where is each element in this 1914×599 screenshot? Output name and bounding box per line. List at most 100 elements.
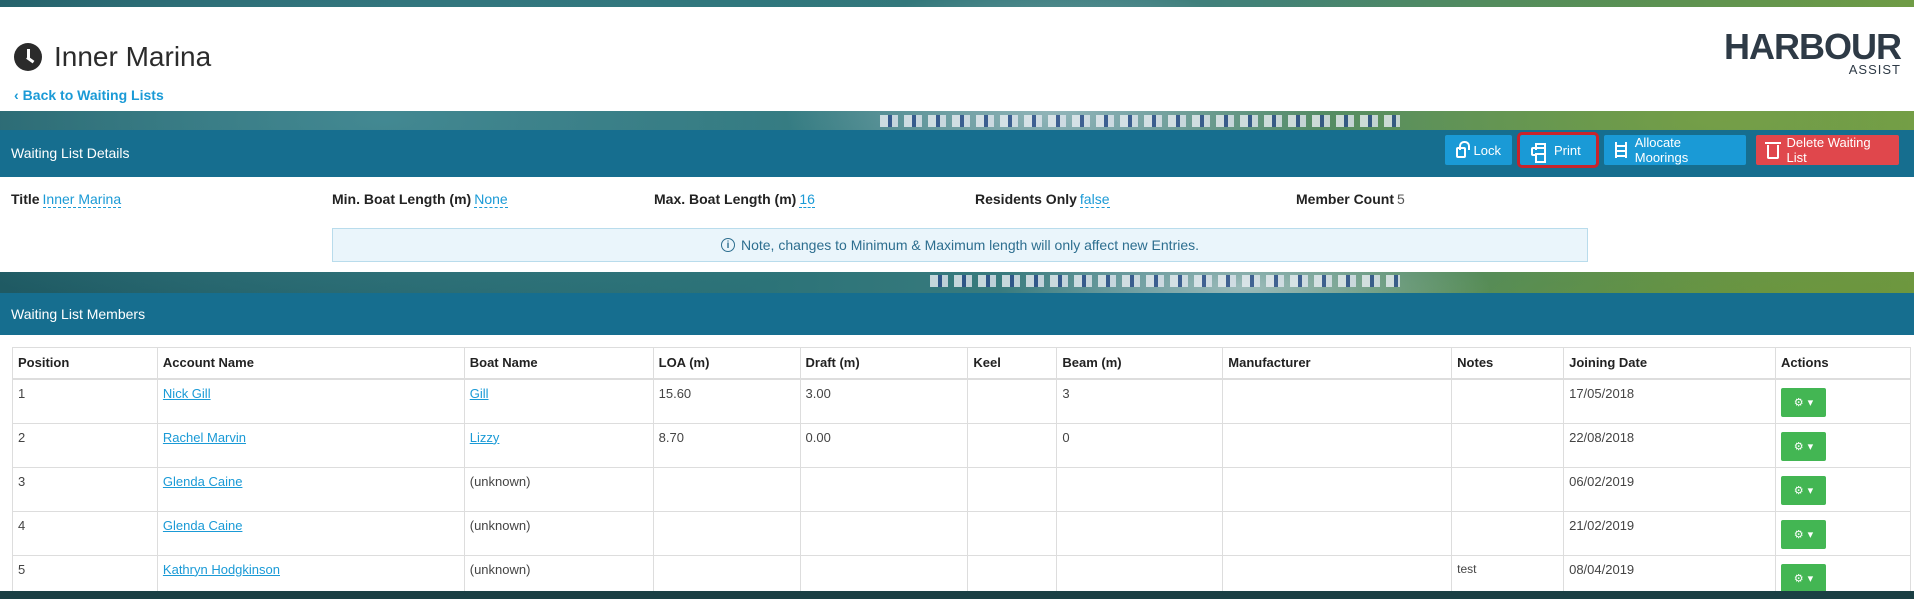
residents-only-field: Residents Only false	[975, 191, 1110, 208]
joining-date-cell: 06/02/2019	[1563, 466, 1776, 512]
position-cell: 4	[12, 510, 158, 556]
account-name-cell: Glenda Caine	[156, 466, 465, 512]
table-row: 3 Glenda Caine (unknown) 06/02/2019 ⚙ ▾	[12, 466, 1912, 512]
actions-cell: ⚙ ▾	[1774, 466, 1912, 512]
allocate-moorings-button[interactable]: Allocate Moorings	[1604, 135, 1746, 165]
caret-down-icon: ▾	[1807, 484, 1814, 497]
gear-icon: ⚙	[1793, 484, 1804, 497]
boat-name-cell: (unknown)	[463, 510, 654, 556]
harbour-assist-logo: HARBOUR ASSIST	[1724, 26, 1902, 77]
column-header: Draft (m)	[799, 347, 969, 380]
caret-down-icon: ▾	[1807, 440, 1814, 453]
position-cell: 1	[12, 378, 158, 424]
keel-cell	[967, 466, 1058, 512]
member-count-value: 5	[1397, 191, 1405, 207]
member-count-label: Member Count	[1296, 191, 1394, 207]
note-text: Note, changes to Minimum & Maximum lengt…	[740, 237, 1200, 253]
boat-name-cell-link[interactable]: Gill	[470, 386, 489, 401]
manufacturer-cell	[1222, 510, 1453, 556]
account-name-cell-link[interactable]: Glenda Caine	[163, 474, 243, 489]
title-field: Title Inner Marina	[11, 191, 122, 208]
joining-date-cell: 21/02/2019	[1563, 510, 1776, 556]
page-title-text: Inner Marina	[54, 41, 212, 72]
keel-cell	[967, 510, 1058, 556]
logo-main: HARBOUR	[1724, 26, 1902, 67]
print-button-label: Print	[1554, 142, 1581, 158]
title-label: Title	[11, 191, 40, 207]
account-name-cell: Rachel Marvin	[156, 422, 465, 468]
trash-icon	[1765, 141, 1781, 159]
account-name-cell: Glenda Caine	[156, 510, 465, 556]
panel-title: Waiting List Details	[11, 145, 130, 161]
delete-waiting-list-button[interactable]: Delete Waiting List	[1756, 135, 1899, 165]
row-actions-dropdown[interactable]: ⚙ ▾	[1780, 387, 1826, 417]
manufacturer-cell	[1222, 378, 1453, 424]
page-title: Inner Marina	[14, 41, 211, 73]
boat-name-cell-link[interactable]: Lizzy	[470, 430, 500, 445]
gear-icon: ⚙	[1793, 572, 1804, 585]
keel-cell	[967, 422, 1058, 468]
title-value[interactable]: Inner Marina	[42, 191, 122, 208]
boat-name-cell: (unknown)	[463, 466, 654, 512]
draft-cell: 0.00	[799, 422, 969, 468]
notes-cell	[1451, 422, 1565, 468]
account-name-cell-link[interactable]: Kathryn Hodgkinson	[163, 562, 280, 577]
draft-cell: 3.00	[799, 378, 969, 424]
account-name-cell-link[interactable]: Nick Gill	[163, 386, 211, 401]
ladder-icon	[1615, 142, 1627, 158]
length-change-note: i Note, changes to Minimum & Maximum len…	[332, 228, 1588, 262]
row-actions-dropdown[interactable]: ⚙ ▾	[1780, 475, 1826, 505]
max-length-value[interactable]: 16	[799, 191, 815, 208]
lock-button-label: Lock	[1473, 142, 1501, 158]
boat-name-cell: Gill	[463, 378, 654, 424]
waiting-list-details-body: Title Inner Marina Min. Boat Length (m) No…	[0, 177, 1914, 272]
back-to-waiting-lists-link[interactable]: ‹ Back to Waiting Lists	[14, 87, 164, 103]
table-row: 2 Rachel Marvin Lizzy 8.70 0.00 0 22/08/2018 ⚙ ▾	[12, 422, 1912, 468]
column-header: Account Name	[156, 347, 465, 380]
max-length-label: Max. Boat Length (m)	[654, 191, 797, 207]
notes-cell	[1451, 466, 1565, 512]
max-length-field: Max. Boat Length (m) 16	[654, 191, 815, 208]
lock-button[interactable]: Lock	[1445, 135, 1512, 165]
row-actions-dropdown[interactable]: ⚙ ▾	[1780, 519, 1826, 549]
actions-cell: ⚙ ▾	[1774, 378, 1912, 424]
residents-only-value[interactable]: false	[1079, 191, 1110, 208]
chevron-left-icon: ‹	[14, 87, 19, 103]
loa-cell	[652, 466, 801, 512]
column-header: Beam (m)	[1056, 347, 1224, 380]
allocate-button-label: Allocate Moorings	[1634, 135, 1689, 165]
lock-icon	[1456, 141, 1470, 158]
min-length-label: Min. Boat Length (m)	[332, 191, 472, 207]
caret-down-icon: ▾	[1807, 572, 1814, 585]
page-header: Inner Marina ‹ Back to Waiting Lists HAR…	[0, 7, 1914, 111]
beam-cell: 0	[1056, 422, 1224, 468]
beam-cell	[1056, 466, 1224, 512]
account-name-cell-link[interactable]: Glenda Caine	[163, 518, 243, 533]
column-header: LOA (m)	[652, 347, 801, 380]
min-length-value[interactable]: None	[474, 191, 508, 208]
row-actions-dropdown[interactable]: ⚙ ▾	[1780, 431, 1826, 461]
manufacturer-cell	[1222, 466, 1453, 512]
print-button[interactable]: Print	[1517, 132, 1599, 168]
background-boats	[930, 275, 1400, 287]
table-header-row: Position Account Name Boat Name LOA (m) Draf…	[12, 347, 1912, 380]
back-link-label: Back to Waiting Lists	[22, 87, 164, 103]
gear-icon: ⚙	[1793, 528, 1804, 541]
member-count-field: Member Count 5	[1296, 191, 1405, 207]
delete-button-label: Delete Waiting List	[1786, 135, 1871, 165]
background-boats	[880, 115, 1400, 127]
min-length-field: Min. Boat Length (m) None	[332, 191, 508, 208]
residents-only-label: Residents Only	[975, 191, 1077, 207]
row-actions-dropdown[interactable]: ⚙ ▾	[1780, 563, 1826, 593]
loa-cell: 15.60	[652, 378, 801, 424]
panel-title: Waiting List Members	[11, 306, 146, 322]
keel-cell	[967, 378, 1058, 424]
account-name-cell-link[interactable]: Rachel Marvin	[163, 430, 246, 445]
beam-cell: 3	[1056, 378, 1224, 424]
column-header: Keel	[967, 347, 1058, 380]
members-table: Position Account Name Boat Name LOA (m) Draf…	[12, 347, 1912, 599]
draft-cell	[799, 510, 969, 556]
column-header: Notes	[1451, 347, 1565, 380]
loa-cell	[652, 510, 801, 556]
actions-cell: ⚙ ▾	[1774, 422, 1912, 468]
